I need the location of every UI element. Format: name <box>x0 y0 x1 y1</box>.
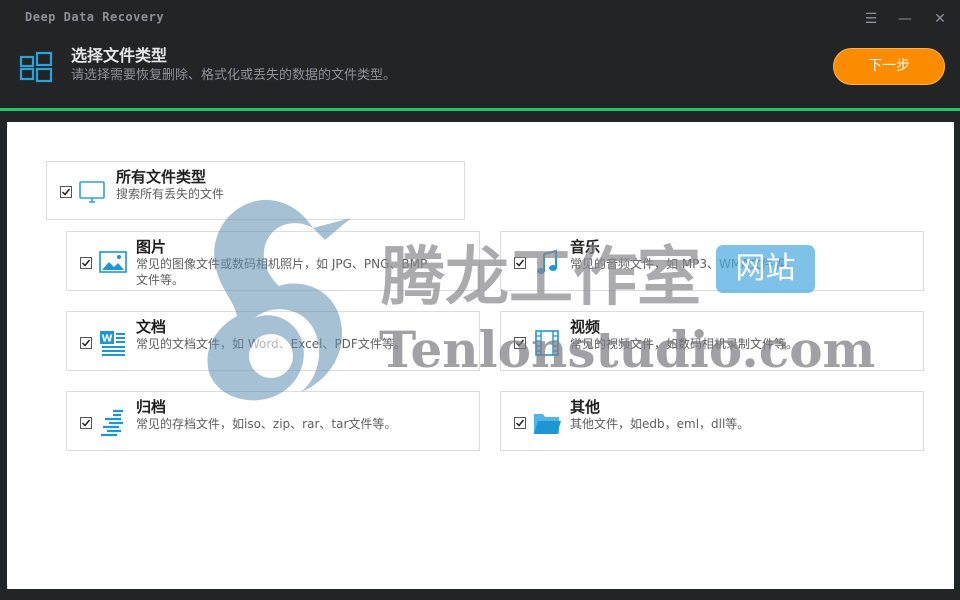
folder-icon <box>534 414 561 434</box>
archive-checkbox[interactable] <box>80 417 92 429</box>
film-icon <box>535 330 559 356</box>
windows-grid-icon <box>19 51 53 83</box>
all-types-desc: 搜索所有丢失的文件 <box>116 187 225 201</box>
category-desc: 常见的视频文件，如数码相机录制文件等。 <box>570 337 799 351</box>
file-type-panel: 所有文件类型 搜索所有丢失的文件 图片 常见的图像文件或数码相机照片，如 JPG… <box>7 122 954 589</box>
close-button[interactable]: ✕ <box>931 10 949 28</box>
page-title: 选择文件类型 <box>71 46 168 65</box>
image-icon <box>99 251 127 273</box>
other-checkbox[interactable] <box>514 417 526 429</box>
documents-checkbox[interactable] <box>80 337 92 349</box>
all-types-checkbox[interactable] <box>60 186 72 198</box>
video-checkbox[interactable] <box>514 337 526 349</box>
category-title: 归档 <box>136 398 167 416</box>
category-title: 其他 <box>570 398 601 416</box>
category-desc: 常见的存档文件，如iso、zip、rar、tar文件等。 <box>136 417 397 431</box>
title-bar: Deep Data Recovery ☰ — ✕ 选择文件类型 请选择需要恢复删… <box>0 0 960 108</box>
page-subtitle: 请选择需要恢复删除、格式化或丢失的数据的文件类型。 <box>71 68 397 83</box>
all-types-card[interactable]: 所有文件类型 搜索所有丢失的文件 <box>46 161 465 220</box>
music-note-icon <box>537 249 557 274</box>
category-desc: 常见的图像文件或数码相机照片，如 JPG、PNG、BMP文件等。 <box>136 257 428 287</box>
progress-divider <box>0 108 960 111</box>
category-title: 视频 <box>570 318 601 336</box>
word-document-icon: W <box>100 331 125 356</box>
category-card-other[interactable]: 其他 其他文件，如edb，eml，dll等。 <box>500 391 924 451</box>
category-title: 文档 <box>136 318 167 336</box>
all-types-title: 所有文件类型 <box>116 168 207 186</box>
svg-text:W: W <box>101 334 112 345</box>
category-title: 音乐 <box>570 238 601 256</box>
category-card-archive[interactable]: 归档 常见的存档文件，如iso、zip、rar、tar文件等。 <box>66 391 480 451</box>
category-card-documents[interactable]: W 文档 常见的文档文件，如 Word、Excel、PDF文件等。 <box>66 311 480 371</box>
category-card-video[interactable]: 视频 常见的视频文件，如数码相机录制文件等。 <box>500 311 924 371</box>
menu-icon[interactable]: ☰ <box>862 10 880 28</box>
picture-checkbox[interactable] <box>80 257 92 269</box>
dragon-logo-icon <box>207 199 351 401</box>
archive-icon <box>101 409 123 437</box>
category-desc: 常见的文档文件，如 Word、Excel、PDF文件等。 <box>136 337 406 351</box>
category-desc: 其他文件，如edb，eml，dll等。 <box>570 417 750 431</box>
minimize-button[interactable]: — <box>896 10 914 28</box>
app-title: Deep Data Recovery <box>25 10 165 24</box>
category-desc: 常见的音频文件，如 MP3、WMA文件等。 <box>570 257 798 271</box>
category-card-music[interactable]: 音乐 常见的音频文件，如 MP3、WMA文件等。 <box>500 231 924 291</box>
category-title: 图片 <box>136 238 167 256</box>
monitor-icon <box>79 181 105 203</box>
next-button[interactable]: 下一步 <box>833 48 945 85</box>
category-card-picture[interactable]: 图片 常见的图像文件或数码相机照片，如 JPG、PNG、BMP文件等。 <box>66 231 480 291</box>
music-checkbox[interactable] <box>514 257 526 269</box>
